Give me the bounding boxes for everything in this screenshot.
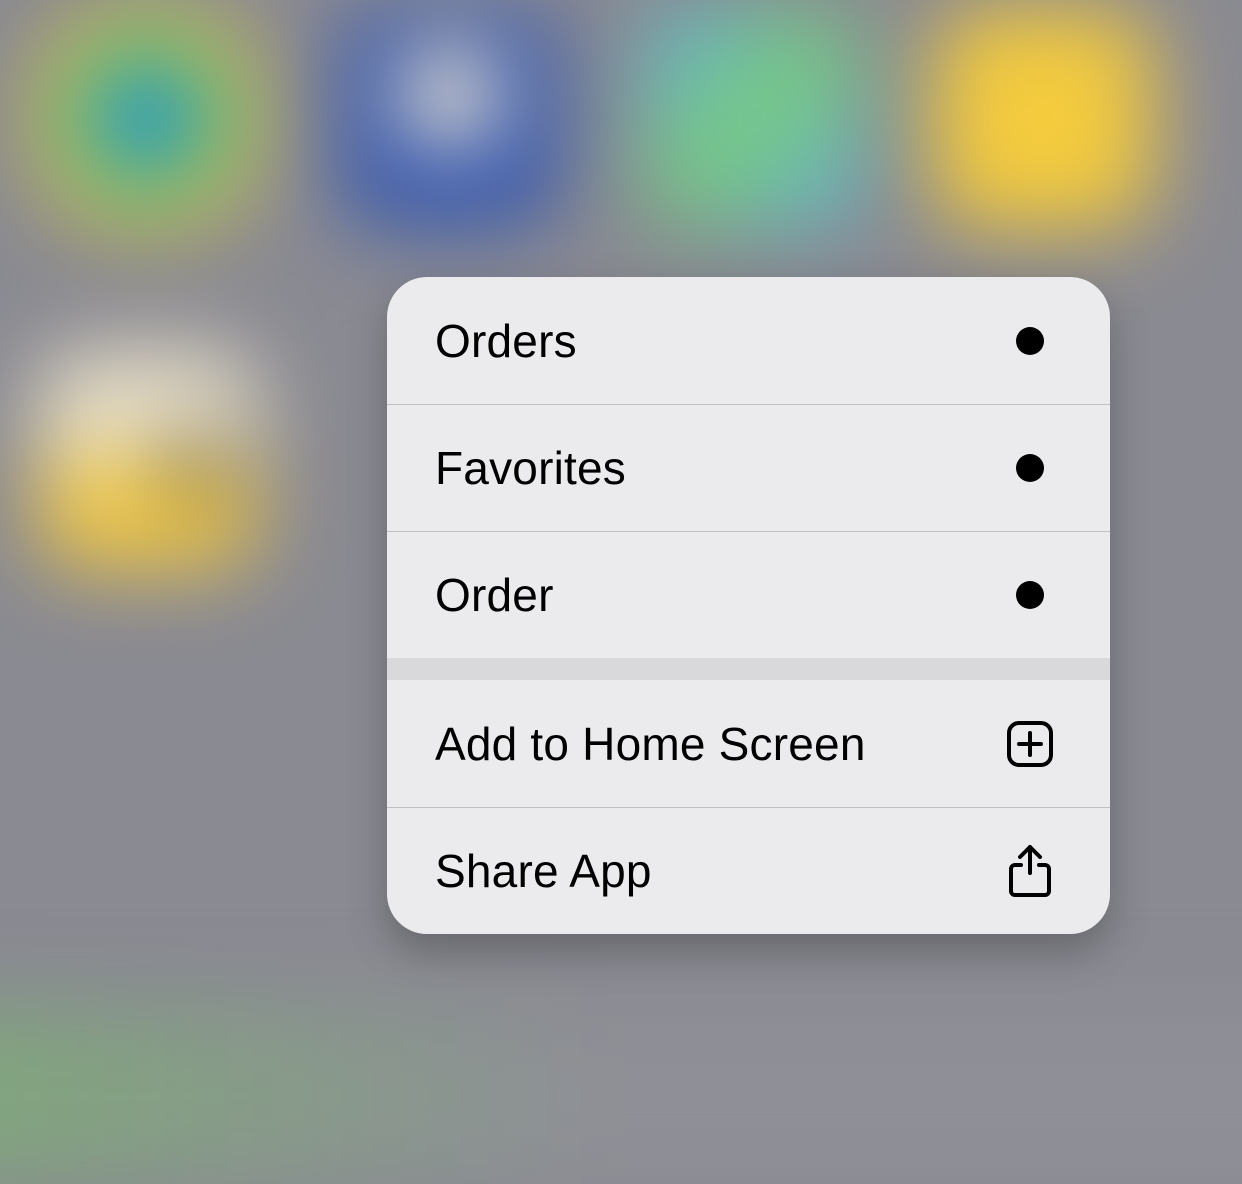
menu-item-label: Favorites: [435, 441, 626, 495]
blurred-app-icon: [642, 8, 862, 228]
menu-item-label: Order: [435, 568, 554, 622]
menu-separator: [387, 658, 1110, 680]
menu-item-label: Orders: [435, 314, 577, 368]
blurred-dock: [0, 1008, 1242, 1184]
share-icon: [1006, 843, 1054, 899]
menu-item-add-to-home-screen[interactable]: Add to Home Screen: [387, 680, 1110, 807]
dot-icon: [1016, 581, 1044, 609]
menu-item-favorites[interactable]: Favorites: [387, 404, 1110, 531]
dot-icon: [1016, 454, 1044, 482]
menu-item-order[interactable]: Order: [387, 531, 1110, 658]
menu-item-label: Share App: [435, 844, 652, 898]
app-context-menu: Orders Favorites Order Add to Home Scree…: [387, 277, 1110, 934]
menu-item-label: Add to Home Screen: [435, 717, 866, 771]
plus-square-icon: [1006, 720, 1054, 768]
blurred-app-icon: [933, 8, 1153, 228]
menu-item-share-app[interactable]: Share App: [387, 807, 1110, 934]
blurred-app-icon: [37, 8, 257, 228]
blurred-app-icon: [37, 349, 257, 569]
blurred-app-icon: [339, 8, 559, 228]
menu-item-orders[interactable]: Orders: [387, 277, 1110, 404]
dot-icon: [1016, 327, 1044, 355]
